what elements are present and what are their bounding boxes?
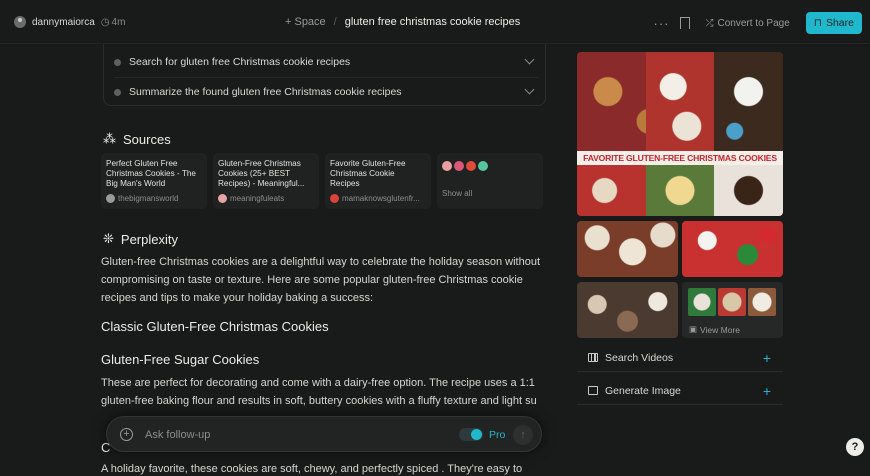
view-more-images-button[interactable]: ▣ View More <box>682 282 783 338</box>
step-label: Search for gluten free Christmas cookie … <box>129 56 351 68</box>
more-sources-favicons <box>442 161 538 171</box>
source-site: thebigmansworld <box>106 194 202 203</box>
bookmark-icon[interactable] <box>679 17 690 29</box>
username: dannymaiorca <box>32 16 95 28</box>
image-tile <box>577 165 646 216</box>
image-result[interactable] <box>682 221 783 277</box>
elapsed-time-label: 4m <box>111 16 126 28</box>
generate-image-button[interactable]: Generate Image + <box>577 377 783 405</box>
image-banner-text: FAVORITE GLUTEN-FREE CHRISTMAS COOKIES <box>577 151 783 165</box>
followup-input[interactable] <box>145 425 425 445</box>
show-all-label: Show all <box>442 189 473 198</box>
answer-heading: ❊ Perplexity <box>103 231 178 247</box>
image-result[interactable] <box>577 221 678 277</box>
site-favicon-icon <box>454 161 464 171</box>
attach-plus-icon[interactable]: + <box>120 428 133 441</box>
site-favicon-icon <box>478 161 488 171</box>
source-site-name: thebigmansworld <box>118 194 179 203</box>
image-result[interactable] <box>577 282 678 338</box>
site-favicon-icon <box>106 194 115 203</box>
image-tile <box>714 165 783 216</box>
generate-image-label: Generate Image <box>605 384 681 397</box>
site-favicon-icon <box>218 194 227 203</box>
sub-title: Gluten-Free Sugar Cookies <box>101 352 260 367</box>
image-icon: ▣ <box>689 324 698 334</box>
search-videos-label: Search Videos <box>605 351 674 364</box>
next-section-text: A holiday favorite, these cookies are so… <box>101 463 523 475</box>
site-favicon-icon <box>466 161 476 171</box>
source-title: Favorite Gluten-Free Christmas Cookie Re… <box>330 159 406 188</box>
more-options-icon[interactable]: ··· <box>654 16 670 31</box>
image-thumbnail <box>748 288 776 316</box>
followup-bar: + Pro ↑ <box>106 416 542 452</box>
clock-icon: ◷ <box>100 16 110 28</box>
site-favicon-icon <box>442 161 452 171</box>
submit-arrow-button[interactable]: ↑ <box>513 425 533 445</box>
step-label: Summarize the found gluten free Christma… <box>129 86 402 98</box>
source-title: Perfect Gluten Free Christmas Cookies - … <box>106 159 196 188</box>
source-card[interactable]: Perfect Gluten Free Christmas Cookies - … <box>101 153 207 209</box>
top-bar: dannymaiorca ◷ 4m + Space / gluten free … <box>0 0 870 44</box>
share-button[interactable]: ⊓ Share <box>805 12 862 34</box>
header-actions: ··· ⤮ Convert to Page ⊓ Share <box>654 12 862 34</box>
breadcrumb: + Space / gluten free christmas cookie r… <box>285 16 520 28</box>
view-more: ▣ View More <box>689 324 740 335</box>
chevron-down-icon[interactable] <box>524 54 535 65</box>
site-favicon-icon <box>330 194 339 203</box>
answer-intro: Gluten-free Christmas cookies are a deli… <box>101 256 541 304</box>
help-button[interactable]: ? <box>846 438 864 456</box>
sources-icon: ⁂ <box>103 131 116 146</box>
source-title: Gluten-Free Christmas Cookies (25+ BEST … <box>218 159 305 188</box>
source-card[interactable]: Favorite Gluten-Free Christmas Cookie Re… <box>325 153 431 209</box>
view-more-label: View More <box>700 324 741 335</box>
convert-label: Convert to Page <box>717 17 790 29</box>
elapsed-time: ◷ 4m <box>101 17 126 28</box>
share-label: Share <box>825 17 854 29</box>
sources-heading: ⁂ Sources <box>103 131 171 147</box>
sugar-cookies-text: These are perfect for decorating and com… <box>101 377 537 407</box>
image-thumbnails <box>688 288 776 316</box>
answer-heading-label: Perplexity <box>120 231 178 247</box>
user-avatar-icon <box>14 16 26 28</box>
step-status-icon <box>114 88 121 96</box>
source-site-name: meaningfuleats <box>230 194 285 203</box>
shuffle-icon: ⤮ <box>705 17 714 29</box>
plus-icon[interactable]: + <box>763 350 771 366</box>
pro-toggle[interactable]: Pro <box>459 428 505 441</box>
source-site: meaningfuleats <box>218 194 314 203</box>
image-thumbnail <box>718 288 746 316</box>
plus-icon[interactable]: + <box>763 383 771 399</box>
image-result-main[interactable]: FAVORITE GLUTEN-FREE CHRISTMAS COOKIES <box>577 52 783 216</box>
user-info[interactable]: dannymaiorca ◷ 4m <box>14 16 125 28</box>
image-thumbnail <box>688 288 716 316</box>
step-status-icon <box>114 58 121 66</box>
step-item[interactable]: Search for gluten free Christmas cookie … <box>114 50 539 78</box>
film-icon <box>588 352 598 362</box>
step-item[interactable]: Summarize the found gluten free Christma… <box>114 80 539 104</box>
image-icon <box>588 386 598 395</box>
section-title: Classic Gluten-Free Christmas Cookies <box>101 319 329 334</box>
image-tile <box>646 52 714 151</box>
source-site: mamaknowsglutenfr... <box>330 194 426 203</box>
source-card[interactable]: Gluten-Free Christmas Cookies (25+ BEST … <box>213 153 319 209</box>
image-tile <box>646 165 714 216</box>
pro-label: Pro <box>489 428 506 441</box>
search-steps-panel: Search for gluten free Christmas cookie … <box>103 44 546 106</box>
convert-to-page-button[interactable]: ⤮ Convert to Page <box>700 14 796 33</box>
thread-title[interactable]: gluten free christmas cookie recipes <box>345 16 520 28</box>
source-site-name: mamaknowsglutenfr... <box>342 194 420 203</box>
sources-heading-label: Sources <box>123 131 171 147</box>
image-tile <box>714 52 783 151</box>
add-to-space-button[interactable]: + Space <box>285 16 326 28</box>
perplexity-logo-icon: ❊ <box>103 231 114 246</box>
chevron-down-icon[interactable] <box>524 84 535 95</box>
search-videos-button[interactable]: Search Videos + <box>577 344 783 372</box>
lock-icon: ⊓ <box>813 17 822 29</box>
show-all-sources-button[interactable]: Show all <box>437 153 543 209</box>
toggle-switch-icon[interactable] <box>459 428 483 441</box>
breadcrumb-separator: / <box>333 16 337 28</box>
